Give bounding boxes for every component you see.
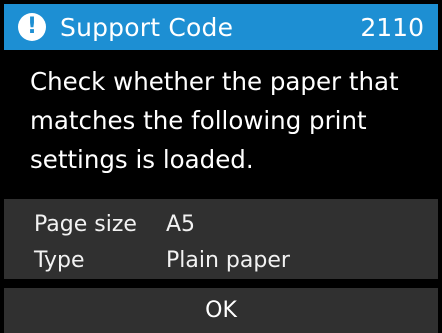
setting-value: Plain paper [166, 248, 290, 273]
print-settings-panel: Page size A5 Type Plain paper [4, 199, 438, 279]
header-title: Support Code [60, 12, 234, 42]
printer-lcd-screen: ! Support Code 2110 Check whether the pa… [0, 0, 442, 333]
error-message: Check whether the paper that matches the… [30, 62, 430, 179]
message-line: settings is loaded. [30, 145, 254, 174]
support-code-header: ! Support Code 2110 [4, 4, 438, 50]
support-code-number: 2110 [360, 12, 424, 42]
exclamation-alert-icon: ! [18, 13, 46, 41]
setting-row-page-size: Page size A5 [34, 207, 438, 243]
ok-button[interactable]: OK [4, 288, 438, 333]
setting-label: Page size [34, 212, 137, 237]
message-line: matches the following print [30, 106, 367, 135]
message-line: Check whether the paper that [30, 67, 399, 96]
setting-label: Type [34, 248, 85, 273]
setting-row-type: Type Plain paper [34, 243, 438, 279]
setting-value: A5 [166, 212, 196, 237]
